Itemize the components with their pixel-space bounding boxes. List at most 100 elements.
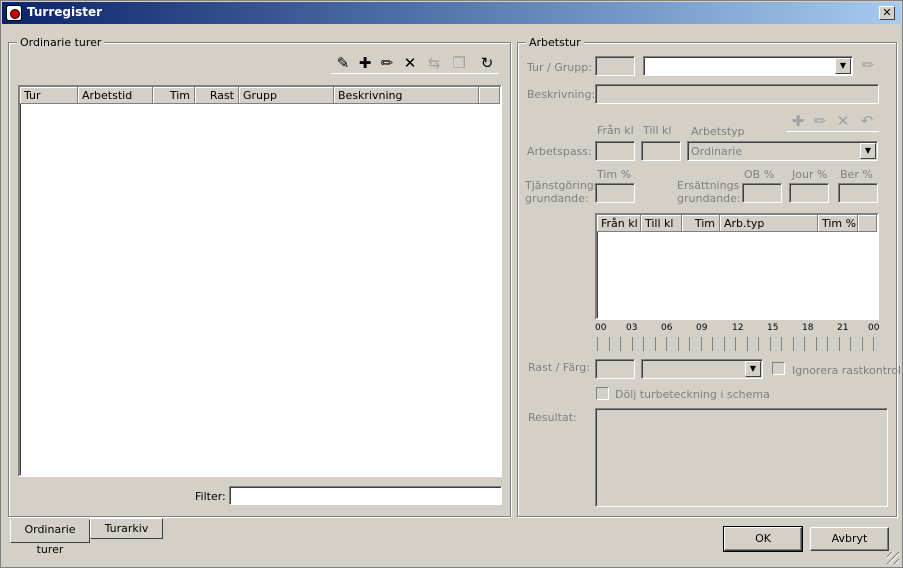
plus-icon[interactable]: ✚ [355,53,375,73]
ruler-tick [654,337,656,351]
undo-icon[interactable]: ↶ [857,111,877,131]
ruler-tick [643,337,644,351]
ers-label-2: grundande: [677,192,741,205]
arbetspass-list[interactable]: Från kl Till kl Tim Arb.typ Tim % [595,213,879,320]
ruler-tick-label: 18 [802,323,814,333]
ruler-tick [723,337,725,351]
column-header-beskrivning[interactable]: Beskrivning [334,87,479,104]
arbetstyp-combo[interactable]: Ordinarie ▼ [687,141,878,161]
cancel-button[interactable]: Avbryt [810,527,889,551]
ruler-tick [677,337,679,351]
app-icon [6,5,22,21]
ruler-tick-label: 00 [595,323,607,333]
group-label: Ordinarie turer [17,36,105,49]
column-header-arb-typ[interactable]: Arb.typ [720,215,818,232]
column-header-fran-kl[interactable]: Från kl [597,215,641,232]
ruler-tick [666,337,667,351]
copy-icon[interactable]: ❐ [449,53,469,73]
ruler-tick [631,337,633,351]
ruler-tick [861,337,863,351]
ruler-tick [769,337,771,351]
column-header-tim-pct[interactable]: Tim % [818,215,858,232]
ber-label: Ber % [840,168,873,181]
ruler-tick-label: 03 [626,323,638,333]
ignorera-label: Ignorera rastkontroll [792,364,903,377]
dialog-window: Turregister ✕ Ordinarie turer ✎ ✚ ✏ ✕ ⇆ … [0,0,903,568]
ruler-tick [608,337,610,351]
swap-icon[interactable]: ⇆ [424,53,444,73]
ruler-tick [712,337,713,351]
arbetstyp-value: Ordinarie [691,145,743,158]
chevron-down-icon[interactable]: ▼ [835,58,851,74]
beskrivning-label: Beskrivning: [527,88,596,101]
farg-combo[interactable]: ▼ [641,359,763,379]
tab-turarkiv[interactable]: Turarkiv [90,518,163,539]
column-header-grupp[interactable]: Grupp [239,87,334,104]
wand-icon[interactable]: ✎ [333,53,353,73]
filter-input[interactable] [229,486,502,505]
ruler-tick [827,337,828,351]
rast-input[interactable] [595,359,635,379]
ber-input[interactable] [838,183,878,203]
delete-icon[interactable]: ✕ [833,111,853,131]
ruler-tick [746,337,748,351]
column-header-tim[interactable]: Tim [682,215,720,232]
jour-input[interactable] [789,183,829,203]
ruler-tick [735,337,736,351]
arbetstyp-label: Arbetstyp [691,125,745,138]
chevron-down-icon[interactable]: ▼ [745,361,761,377]
tim-pct-input[interactable] [595,183,635,203]
ob-label: OB % [744,168,775,181]
pencil-icon[interactable]: ✏ [377,53,397,73]
column-header-arbetstid[interactable]: Arbetstid [78,87,153,104]
till-kl-input[interactable] [641,141,681,161]
resultat-area[interactable] [595,408,888,507]
tur-grupp-label: Tur / Grupp: [527,61,592,74]
filter-label: Filter: [195,490,226,503]
ruler-tick [689,337,690,351]
turer-list[interactable]: Tur Arbetstid Tim Rast Grupp Beskrivning [18,85,502,477]
ruler-tick [850,337,851,351]
resultat-label: Resultat: [528,411,577,424]
ok-button[interactable]: OK [723,526,803,552]
ruler-tick [597,337,598,351]
ignorera-checkbox[interactable] [772,362,785,375]
fran-kl-input[interactable] [595,141,635,161]
tjanst-label-2: grundande: [525,192,589,205]
grupp-combo[interactable]: ▼ [643,56,853,76]
plus-icon[interactable]: ✚ [788,111,808,131]
ruler-ticks [595,337,881,351]
ruler-tick-label: 21 [837,323,849,333]
tab-ordinarie-turer[interactable]: Ordinarie turer [10,519,90,556]
column-header-tur[interactable]: Tur [20,87,78,104]
chevron-down-icon[interactable]: ▼ [860,143,876,159]
pencil-icon[interactable]: ✏ [858,55,878,75]
ruler-tick [758,337,759,351]
ruler-tick-label: 12 [732,323,744,333]
close-button[interactable]: ✕ [879,6,895,20]
ruler-tick-label: 06 [661,323,673,333]
jour-label: Jour % [792,168,828,181]
dolj-checkbox[interactable] [596,387,609,400]
ruler-tick [815,337,817,351]
delete-icon[interactable]: ✕ [400,53,420,73]
refresh-icon[interactable]: ↻ [477,53,497,73]
rast-farg-label: Rast / Färg: [528,361,590,374]
pencil-icon[interactable]: ✏ [810,111,830,131]
ruler-tick [804,337,805,351]
tur-input[interactable] [595,56,635,76]
till-kl-label: Till kl [643,124,672,137]
window-title: Turregister [27,5,103,19]
beskrivning-input[interactable] [595,84,879,104]
column-header-till-kl[interactable]: Till kl [641,215,682,232]
ruler-tick-label: 09 [696,323,708,333]
column-header-rast[interactable]: Rast [195,87,239,104]
toolbar-separator [787,131,879,132]
column-header-tim[interactable]: Tim [153,87,195,104]
time-ruler: 00 03 06 09 12 15 18 21 00 [595,323,881,353]
resize-grip[interactable] [887,552,899,564]
ruler-tick [792,337,794,351]
group-label: Arbetstur [526,36,584,49]
ob-input[interactable] [742,183,782,203]
ruler-tick [873,337,874,351]
